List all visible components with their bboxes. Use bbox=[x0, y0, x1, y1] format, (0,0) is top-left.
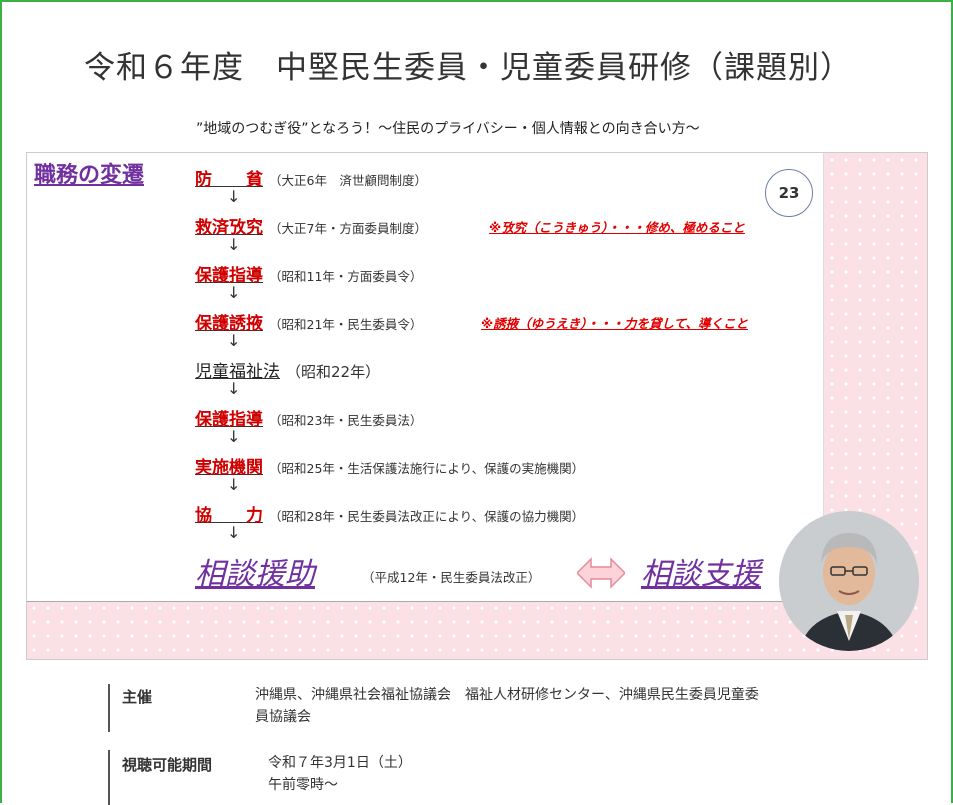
final-era-name: 相談援助 bbox=[195, 557, 315, 592]
down-arrow-icon: ↓ bbox=[227, 331, 241, 350]
era-note: （昭和28年・民生委員法改正により、保護の協力機関） bbox=[269, 509, 585, 524]
era-note: （大正6年 済世顧問制度） bbox=[269, 173, 427, 188]
era-row: 実施機関 （昭和25年・生活保護法施行により、保護の実施機関） bbox=[195, 453, 584, 478]
period-line: 令和７年3月1日（土） bbox=[268, 755, 412, 771]
era-note: （昭和21年・民生委員令） bbox=[269, 317, 423, 332]
era-remark: ※攷究（こうきゅう）・・・修め、極めること bbox=[489, 220, 745, 235]
slide-number: 23 bbox=[765, 169, 813, 217]
page-title: 令和６年度 中堅民生委員・児童委員研修（課題別） bbox=[84, 50, 852, 86]
page-subtitle: ”地域のつむぎ役”となろう！～住民のプライバシー・個人情報との向き合い方～ bbox=[196, 121, 700, 137]
organizer-line: 沖縄県、沖縄県社会福祉協議会 福祉人材研修センター、沖縄県民生委員児童委 bbox=[255, 687, 759, 703]
era-note: （昭和22年） bbox=[286, 363, 381, 381]
presenter-avatar bbox=[779, 511, 919, 651]
era-remark: ※誘掖（ゆうえき）・・・力を貸して、導くこと bbox=[481, 316, 749, 331]
down-arrow-icon: ↓ bbox=[227, 235, 241, 254]
video-player[interactable]: 職務の変遷 23 防 貧（大正6年 済世顧問制度） ↓ 救済攷究 （大正7年・方面… bbox=[26, 152, 928, 660]
down-arrow-icon: ↓ bbox=[227, 379, 241, 398]
slide-heading: 職務の変遷 bbox=[34, 162, 145, 188]
era-note: （昭和25年・生活保護法施行により、保護の実施機関） bbox=[269, 461, 585, 476]
era-note: （昭和11年・方面委員令） bbox=[269, 269, 423, 284]
organizer-value: 沖縄県、沖縄県社会福祉協議会 福祉人材研修センター、沖縄県民生委員児童委 員協議… bbox=[255, 684, 759, 728]
period-line: 午前零時～ bbox=[268, 777, 338, 793]
down-arrow-icon: ↓ bbox=[227, 523, 241, 542]
info-divider bbox=[108, 750, 110, 805]
period-value: 令和７年3月1日（土） 午前零時～ bbox=[268, 752, 412, 796]
slide: 職務の変遷 23 防 貧（大正6年 済世顧問制度） ↓ 救済攷究 （大正7年・方面… bbox=[27, 153, 824, 602]
down-arrow-icon: ↓ bbox=[227, 427, 241, 446]
period-label: 視聴可能期間 bbox=[122, 756, 213, 774]
down-arrow-icon: ↓ bbox=[227, 475, 241, 494]
info-divider bbox=[108, 684, 110, 732]
final-era-note: （平成12年・民生委員法改正） bbox=[362, 570, 541, 585]
down-arrow-icon: ↓ bbox=[227, 187, 241, 206]
final-era-name-2: 相談支援 bbox=[641, 557, 761, 592]
era-note: （大正7年・方面委員制度） bbox=[269, 221, 427, 236]
organizer-label: 主催 bbox=[122, 688, 153, 706]
era-row: 児童福祉法 （昭和22年） bbox=[195, 357, 380, 382]
era-row: 協 力（昭和28年・民生委員法改正により、保護の協力機関） bbox=[195, 501, 584, 526]
organizer-line: 員協議会 bbox=[255, 709, 311, 725]
down-arrow-icon: ↓ bbox=[227, 283, 241, 302]
double-arrow-icon bbox=[577, 557, 625, 589]
era-note: （昭和23年・民生委員法） bbox=[269, 413, 423, 428]
